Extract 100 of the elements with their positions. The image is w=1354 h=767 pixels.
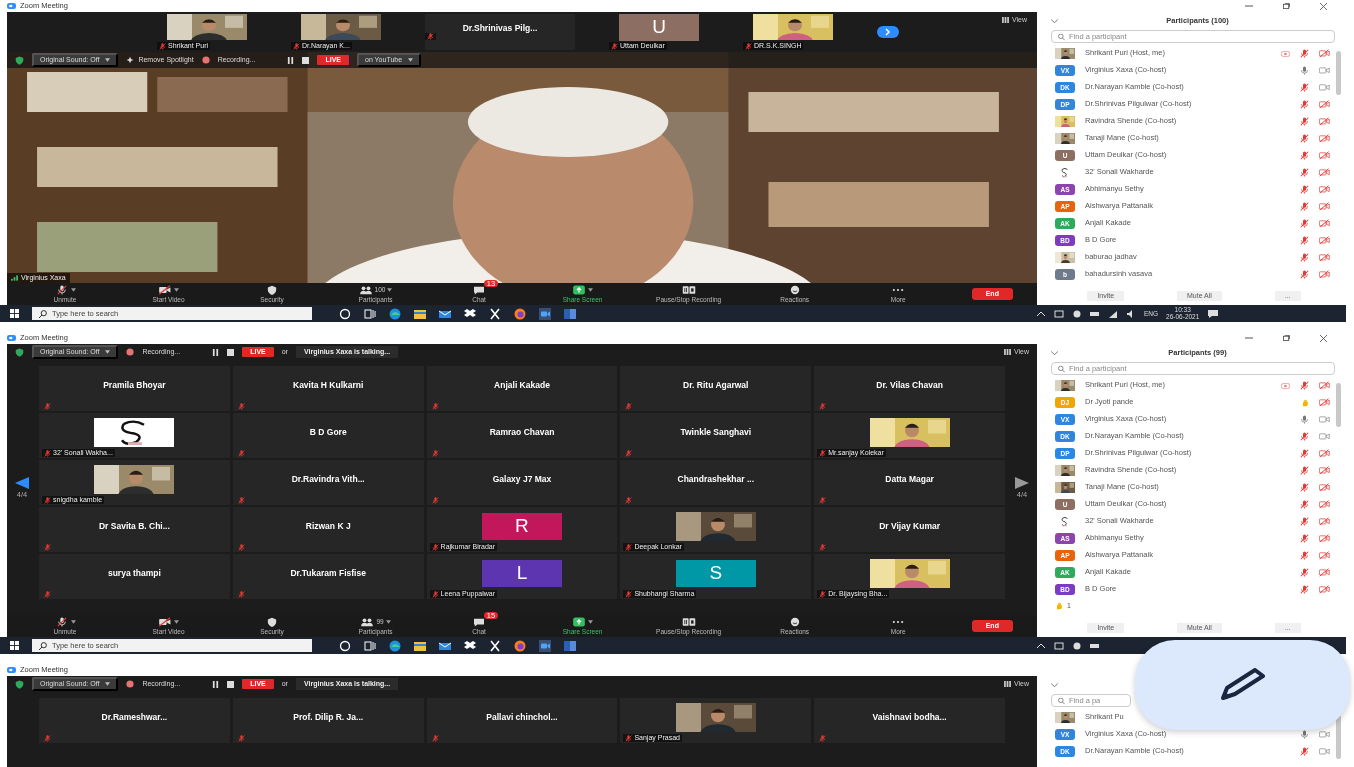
- restore-icon[interactable]: [1283, 3, 1290, 9]
- mic-muted-icon: [237, 544, 245, 551]
- stop-icon[interactable]: [227, 348, 235, 356]
- chevron-down-icon[interactable]: [1051, 19, 1058, 23]
- shield-icon[interactable]: [15, 679, 24, 689]
- notification-icon[interactable]: [1207, 308, 1220, 319]
- folder-icon[interactable]: [414, 639, 426, 652]
- mic-muted-icon: [237, 403, 245, 410]
- restore-icon[interactable]: [1283, 335, 1290, 341]
- mic-muted-icon: [431, 735, 439, 742]
- scrollbar[interactable]: [1336, 715, 1341, 759]
- chevron-down-icon[interactable]: [1051, 351, 1058, 355]
- shield-icon[interactable]: [15, 55, 24, 65]
- chevron-down-icon[interactable]: [1051, 683, 1058, 687]
- document-icon[interactable]: [564, 307, 576, 320]
- box-icon[interactable]: [464, 639, 476, 652]
- network-icon[interactable]: [1108, 308, 1118, 319]
- participant-name: Dr Savita B. Chi...: [98, 521, 170, 532]
- caret-icon[interactable]: [70, 619, 76, 624]
- scrollbar[interactable]: [1336, 383, 1341, 427]
- tray-icon[interactable]: [1072, 640, 1082, 651]
- participant-name: Dr Vijay Kumar: [879, 521, 940, 532]
- box-icon[interactable]: [464, 307, 476, 320]
- mic-muted-icon: [625, 497, 633, 504]
- record-icon: [126, 348, 135, 356]
- task-view-icon[interactable]: [364, 307, 376, 320]
- record-icon: [126, 680, 135, 688]
- mic-muted-icon: [819, 735, 827, 742]
- stop-icon[interactable]: [227, 680, 235, 688]
- caret-icon[interactable]: [105, 58, 111, 62]
- browser-icon[interactable]: [389, 639, 401, 652]
- participant-name: Vaishnavi bodha...: [872, 712, 947, 723]
- tray-icon[interactable]: [1054, 308, 1064, 319]
- mic-muted-icon: [44, 591, 51, 598]
- hand-icon: [1055, 602, 1063, 610]
- scrollbar[interactable]: [1336, 51, 1341, 95]
- participant-name: Datta Magar: [885, 474, 934, 485]
- participant-name: Rizwan K J: [305, 521, 351, 532]
- participant-name: Pallavi chinchol...: [486, 712, 558, 723]
- caret-icon[interactable]: [174, 287, 179, 292]
- mic-muted-icon: [625, 734, 633, 742]
- app-icon[interactable]: [489, 307, 501, 320]
- next-page-icon[interactable]: [1015, 477, 1029, 490]
- shield-icon[interactable]: [15, 347, 24, 357]
- circle-icon[interactable]: [339, 639, 351, 652]
- mic-muted-icon: [819, 544, 827, 551]
- pause-icon[interactable]: [287, 56, 295, 64]
- chat-icon: [472, 284, 487, 295]
- mic-muted-icon: [44, 496, 51, 504]
- camera-icon[interactable]: [539, 639, 551, 652]
- mic-muted-icon: [819, 590, 827, 598]
- camera-icon[interactable]: [539, 307, 551, 320]
- avatar: R: [482, 512, 562, 540]
- participant-name: Dr. Ritu Agarwal: [683, 380, 749, 391]
- participant-name: Twinkle Sanghavi: [680, 427, 752, 438]
- caret-icon[interactable]: [385, 619, 391, 624]
- mic-muted-icon: [293, 42, 300, 50]
- app-icon[interactable]: [489, 639, 501, 652]
- windows-icon[interactable]: [10, 641, 19, 650]
- signal-icon: [11, 275, 18, 282]
- caret-icon[interactable]: [588, 619, 594, 624]
- browser-icon[interactable]: [514, 307, 526, 320]
- next-page-icon[interactable]: [877, 26, 899, 38]
- caret-icon[interactable]: [408, 58, 414, 62]
- people-icon: [360, 616, 375, 627]
- edit-button[interactable]: [1135, 640, 1350, 730]
- mic-muted-icon: [237, 497, 245, 504]
- mic-muted-icon: [625, 403, 633, 410]
- caret-icon[interactable]: [588, 287, 594, 292]
- participant-name: Dr.Ravindra Vith...: [291, 474, 365, 485]
- caret-icon[interactable]: [387, 287, 393, 292]
- document-icon[interactable]: [564, 639, 576, 652]
- folder-icon[interactable]: [414, 307, 426, 320]
- close-icon[interactable]: [1320, 2, 1327, 10]
- caret-icon[interactable]: [174, 619, 179, 624]
- mic-muted-icon: [611, 42, 618, 50]
- circle-icon[interactable]: [339, 307, 351, 320]
- browser-icon[interactable]: [389, 307, 401, 320]
- caret-icon[interactable]: [105, 682, 111, 686]
- task-view-icon[interactable]: [364, 639, 376, 652]
- pause-icon[interactable]: [212, 680, 220, 688]
- spotlight-icon[interactable]: [126, 56, 135, 64]
- mic-muted-icon: [237, 735, 245, 742]
- caret-icon[interactable]: [105, 350, 111, 354]
- search-icon: [1058, 365, 1065, 372]
- share-screen-icon: [572, 284, 587, 295]
- pause-icon[interactable]: [212, 348, 220, 356]
- video-off-icon: [158, 616, 172, 627]
- participant-name: Prof. Dilip R. Ja...: [293, 712, 364, 723]
- tray-icon[interactable]: [1054, 640, 1064, 651]
- caret-icon[interactable]: [70, 287, 76, 292]
- previous-page-icon[interactable]: [15, 477, 29, 490]
- windows-icon[interactable]: [10, 309, 19, 318]
- tray-icon[interactable]: [1072, 308, 1082, 319]
- participant-name: surya thampi: [107, 568, 161, 579]
- close-icon[interactable]: [1320, 334, 1327, 342]
- mic-muted-icon: [427, 33, 434, 41]
- mic-muted-icon: [159, 42, 166, 50]
- browser-icon[interactable]: [514, 639, 526, 652]
- stop-icon[interactable]: [302, 56, 310, 64]
